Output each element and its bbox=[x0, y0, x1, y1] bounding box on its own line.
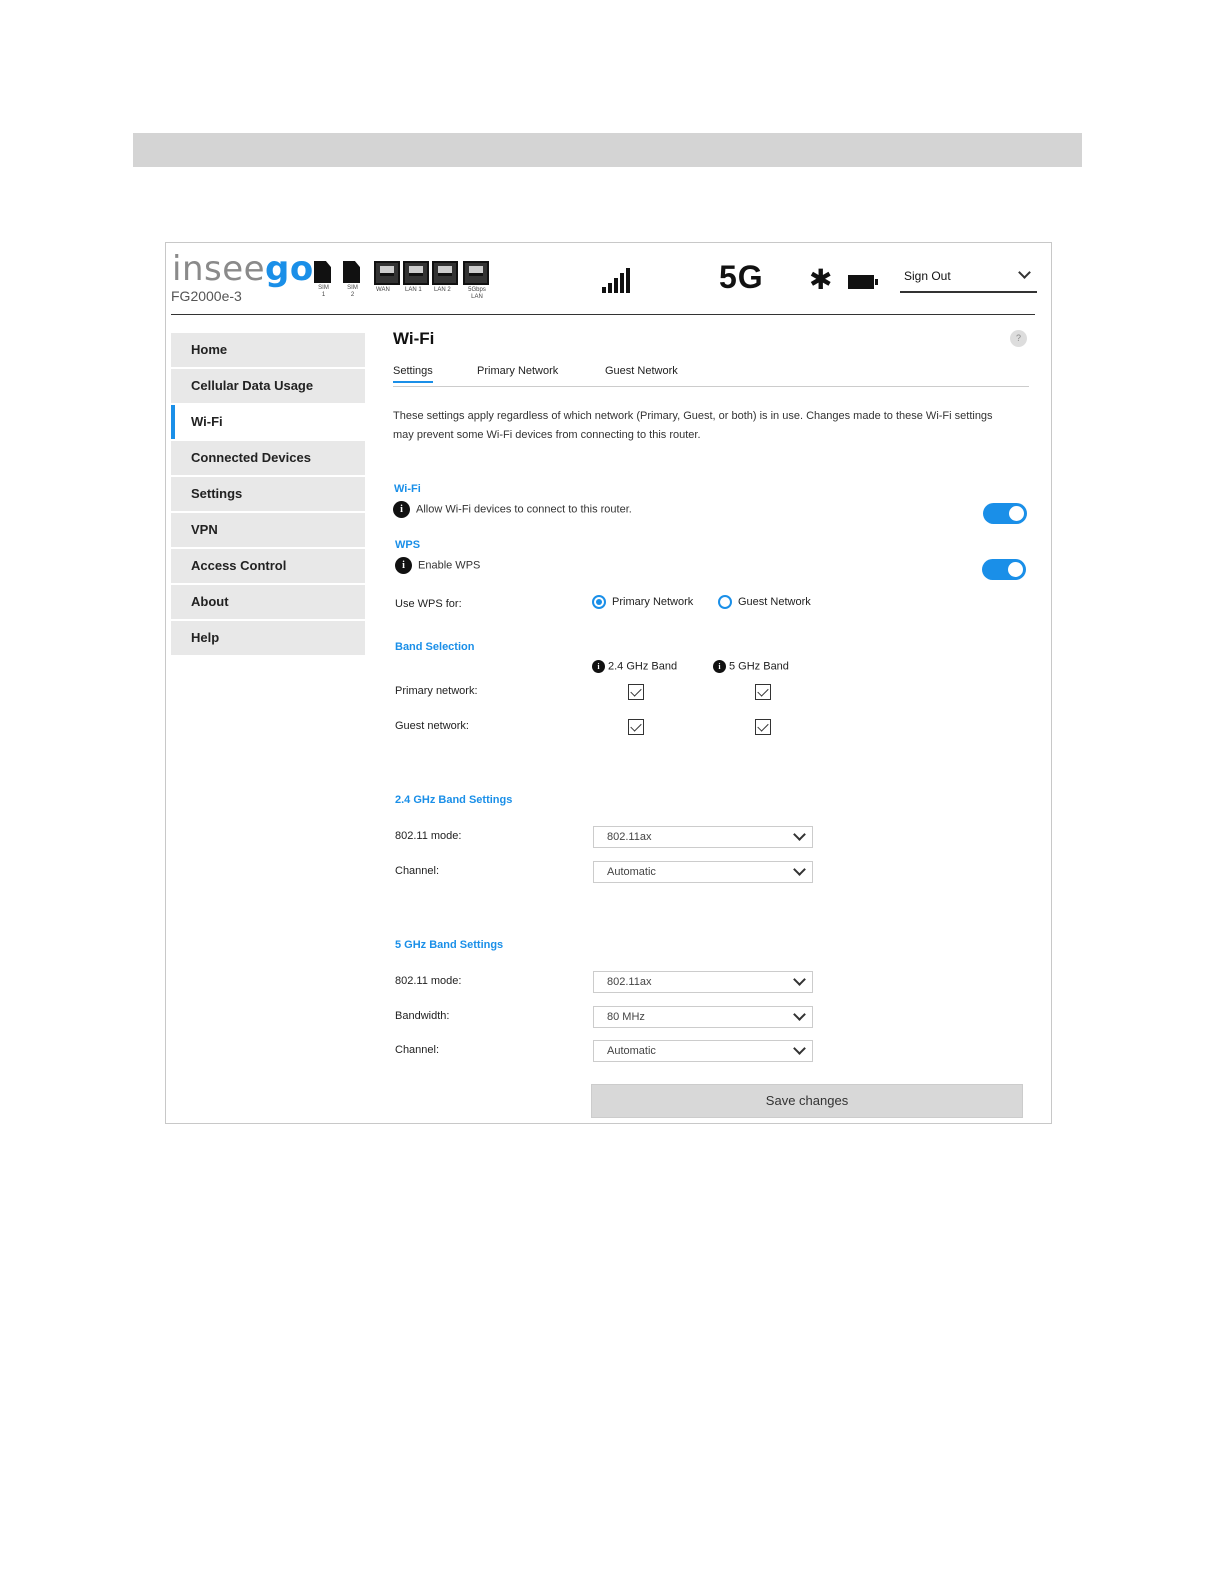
save-changes-button[interactable]: Save changes bbox=[591, 1084, 1023, 1118]
wps-info-row: i Enable WPS bbox=[395, 557, 480, 574]
band5-bandwidth-label: Bandwidth: bbox=[395, 1010, 450, 1022]
wifi-toggle[interactable] bbox=[983, 503, 1027, 524]
band5-channel-select[interactable]: Automatic bbox=[593, 1040, 813, 1062]
lan2-port-icon: LAN 2 bbox=[432, 261, 458, 293]
info-icon: i bbox=[592, 660, 605, 673]
wps-use-for-label: Use WPS for: bbox=[395, 598, 462, 610]
primary-network-band-label: Primary network: bbox=[395, 685, 478, 697]
band5-mode-label: 802.11 mode: bbox=[395, 975, 462, 987]
signal-strength-icon bbox=[602, 267, 634, 293]
sidebar-item-home[interactable]: Home bbox=[171, 333, 365, 367]
sidebar-item-help[interactable]: Help bbox=[171, 621, 365, 655]
radio-unselected-icon[interactable] bbox=[718, 595, 732, 609]
signout-dropdown[interactable]: Sign Out bbox=[900, 261, 1037, 293]
header-divider bbox=[171, 314, 1035, 315]
radio-selected-icon[interactable] bbox=[592, 595, 606, 609]
band5-mode-select[interactable]: 802.11ax bbox=[593, 971, 813, 993]
sidebar-item-about[interactable]: About bbox=[171, 585, 365, 619]
router-admin-window: inseego FG2000e-3 SIM 1 SIM 2 WAN LAN 1 … bbox=[165, 242, 1052, 1124]
info-icon: i bbox=[713, 660, 726, 673]
band24-settings-heading: 2.4 GHz Band Settings bbox=[395, 794, 513, 806]
sim1-icon: SIM 1 bbox=[314, 261, 331, 298]
wps-section-heading: WPS bbox=[395, 539, 421, 551]
sim2-icon: SIM 2 bbox=[343, 261, 360, 298]
page-title: Wi-Fi bbox=[393, 329, 435, 348]
tab-settings[interactable]: Settings bbox=[393, 365, 433, 383]
guest-24ghz-checkbox[interactable] bbox=[628, 719, 644, 735]
band24-channel-select[interactable]: Automatic bbox=[593, 861, 813, 883]
help-icon[interactable]: ? bbox=[1010, 330, 1027, 347]
band-24-header: i 2.4 GHz Band bbox=[592, 660, 677, 673]
sidebar-item-cellular-data-usage[interactable]: Cellular Data Usage bbox=[171, 369, 365, 403]
chevron-down-icon bbox=[793, 1008, 806, 1021]
sidebar-item-connected-devices[interactable]: Connected Devices bbox=[171, 441, 365, 475]
info-icon: i bbox=[395, 557, 412, 574]
band5-channel-label: Channel: bbox=[395, 1044, 440, 1056]
chevron-down-icon bbox=[793, 863, 806, 876]
chevron-down-icon bbox=[793, 973, 806, 986]
tab-guest-network[interactable]: Guest Network bbox=[605, 365, 678, 377]
chevron-down-icon bbox=[1018, 266, 1031, 279]
inseego-logo: inseego bbox=[172, 249, 314, 289]
wps-toggle[interactable] bbox=[982, 559, 1026, 580]
sidebar-item-access-control[interactable]: Access Control bbox=[171, 549, 365, 583]
band-5-header: i5 GHz Band bbox=[713, 660, 789, 673]
primary-24ghz-checkbox[interactable] bbox=[628, 684, 644, 700]
top-gray-bar bbox=[133, 133, 1082, 167]
battery-icon bbox=[848, 275, 878, 289]
wps-info-text: Enable WPS bbox=[418, 559, 481, 572]
wifi-info-text: Allow Wi-Fi devices to connect to this r… bbox=[416, 503, 632, 516]
chevron-down-icon bbox=[793, 1042, 806, 1055]
band-selection-heading: Band Selection bbox=[395, 641, 475, 653]
info-icon: i bbox=[393, 501, 410, 518]
band24-mode-label: 802.11 mode: bbox=[395, 830, 462, 842]
settings-description: These settings apply regardless of which… bbox=[393, 410, 993, 441]
band24-mode-select[interactable]: 802.11ax bbox=[593, 826, 813, 848]
device-model: FG2000e-3 bbox=[171, 288, 242, 304]
primary-5ghz-checkbox[interactable] bbox=[755, 684, 771, 700]
wps-guest-network-option[interactable]: Guest Network bbox=[718, 595, 811, 609]
wifi-section-heading: Wi-Fi bbox=[394, 483, 421, 495]
bluetooth-icon: ✱ bbox=[809, 263, 833, 296]
sidebar-item-wifi[interactable]: Wi-Fi bbox=[171, 405, 365, 439]
band5-bandwidth-select[interactable]: 80 MHz bbox=[593, 1006, 813, 1028]
band24-channel-label: Channel: bbox=[395, 865, 440, 877]
guest-network-band-label: Guest network: bbox=[395, 720, 469, 732]
lan1-port-icon: LAN 1 bbox=[403, 261, 429, 293]
sidebar-item-settings[interactable]: Settings bbox=[171, 477, 365, 511]
band5-settings-heading: 5 GHz Band Settings bbox=[395, 939, 504, 951]
wan-port-icon: WAN bbox=[374, 261, 400, 293]
sidebar-nav: Home Cellular Data Usage Wi-Fi Connected… bbox=[171, 333, 365, 657]
sidebar-item-vpn[interactable]: VPN bbox=[171, 513, 365, 547]
signout-label: Sign Out bbox=[904, 269, 951, 283]
chevron-down-icon bbox=[793, 828, 806, 841]
tab-primary-network[interactable]: Primary Network bbox=[477, 365, 558, 377]
wifi-info-row: i Allow Wi-Fi devices to connect to this … bbox=[393, 501, 632, 518]
lan-5gbps-port-icon: 5Gbps LAN bbox=[461, 261, 491, 300]
network-type-indicator: 5G bbox=[719, 259, 764, 295]
guest-5ghz-checkbox[interactable] bbox=[755, 719, 771, 735]
tab-bar: Settings Primary Network Guest Network bbox=[393, 365, 1029, 387]
wps-primary-network-option[interactable]: Primary Network bbox=[592, 595, 693, 609]
